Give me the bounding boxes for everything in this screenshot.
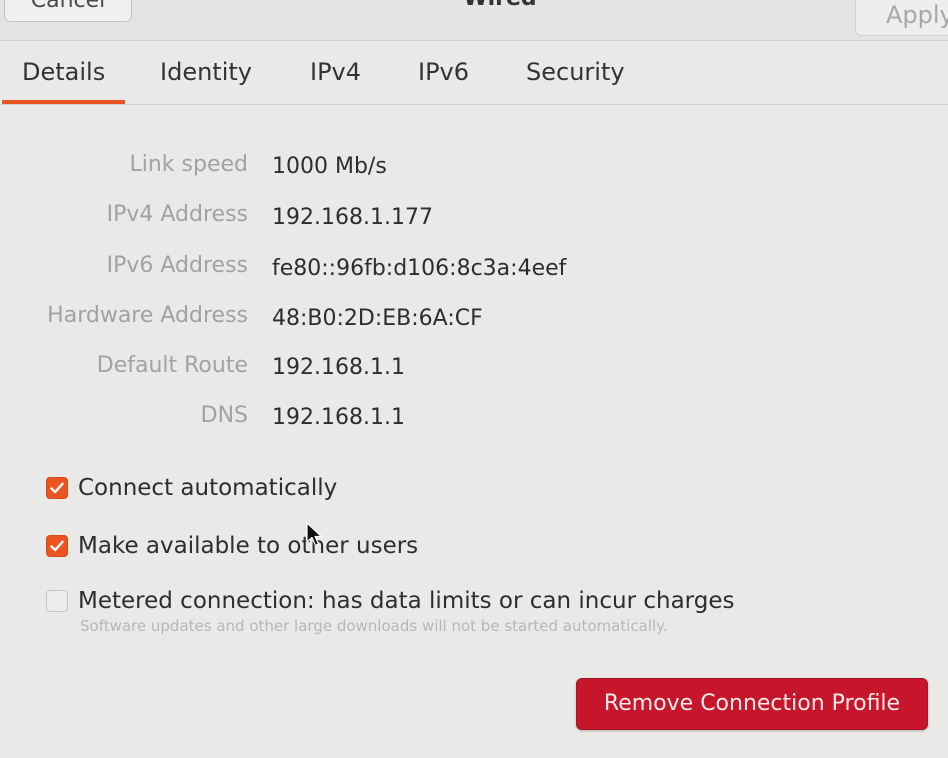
tab-ipv4[interactable]: IPv4 — [310, 58, 361, 86]
available-to-others-row: Make available to other users — [46, 533, 418, 559]
checkmark-icon — [50, 482, 64, 494]
hardware-address-label: Hardware Address — [47, 303, 248, 328]
cancel-button[interactable]: Cancel — [4, 0, 132, 22]
metered-connection-label[interactable]: Metered connection: has data limits or c… — [78, 588, 734, 614]
metered-connection-checkbox[interactable] — [46, 590, 68, 612]
ipv4-address-value: 192.168.1.177 — [272, 205, 433, 230]
mouse-pointer-icon — [306, 522, 323, 547]
tab-identity[interactable]: Identity — [160, 58, 252, 86]
ipv4-address-label: IPv4 Address — [106, 202, 248, 227]
tab-security[interactable]: Security — [526, 58, 625, 86]
metered-connection-row: Metered connection: has data limits or c… — [46, 588, 734, 614]
header-bar: Cancel Wired Apply — [0, 0, 948, 41]
hardware-address-value: 48:B0:2D:EB:6A:CF — [272, 306, 483, 331]
connect-automatically-checkbox[interactable] — [46, 477, 68, 499]
link-speed-value: 1000 Mb/s — [272, 154, 387, 179]
dns-label: DNS — [200, 403, 248, 428]
connect-automatically-row: Connect automatically — [46, 475, 337, 501]
tab-bar: Details Identity IPv4 IPv6 Security — [0, 40, 948, 105]
default-route-label: Default Route — [96, 353, 248, 378]
metered-connection-description: Software updates and other large downloa… — [80, 617, 668, 635]
remove-connection-profile-button[interactable]: Remove Connection Profile — [576, 678, 928, 730]
tab-details[interactable]: Details — [1, 58, 126, 104]
apply-button[interactable]: Apply — [855, 0, 948, 36]
window-title: Wired — [450, 0, 550, 11]
dns-value: 192.168.1.1 — [272, 405, 405, 430]
checkmark-icon — [50, 540, 64, 552]
ipv6-address-label: IPv6 Address — [106, 253, 248, 278]
tab-ipv6[interactable]: IPv6 — [418, 58, 469, 86]
ipv6-address-value: fe80::96fb:d106:8c3a:4eef — [272, 256, 567, 281]
connect-automatically-label[interactable]: Connect automatically — [78, 475, 337, 501]
available-to-others-label[interactable]: Make available to other users — [78, 533, 418, 559]
default-route-value: 192.168.1.1 — [272, 355, 405, 380]
available-to-others-checkbox[interactable] — [46, 535, 68, 557]
link-speed-label: Link speed — [129, 152, 248, 177]
